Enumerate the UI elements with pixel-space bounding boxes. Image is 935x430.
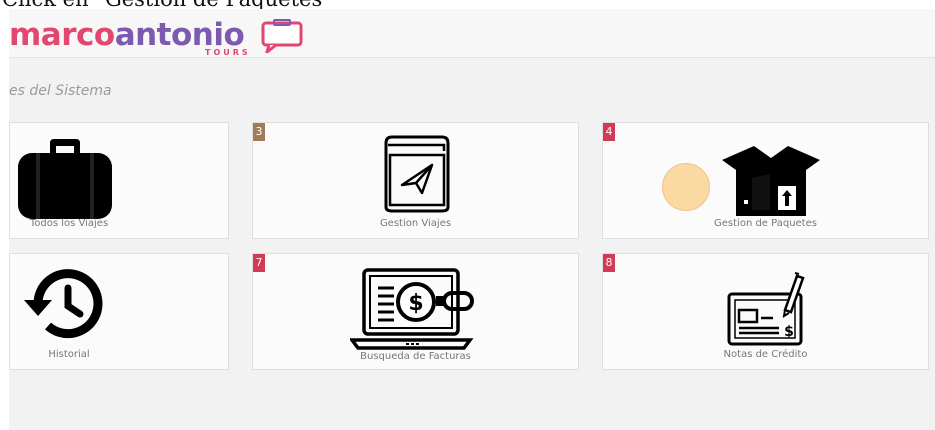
badge-count: 3 bbox=[253, 123, 265, 141]
app-container: marcoantonio TOURS es del Sistema Todos … bbox=[9, 9, 935, 430]
badge-count: 7 bbox=[253, 254, 265, 272]
tile-label: Gestion Viajes bbox=[379, 218, 452, 229]
check-pen-icon: $ bbox=[727, 272, 805, 346]
suitcase-icon bbox=[18, 139, 112, 219]
invoice-search-icon: $ bbox=[350, 268, 474, 350]
tile-gestion-de-paquetes[interactable]: 4 Gestion de Paquetes bbox=[602, 122, 929, 239]
tile-gestion-viajes[interactable]: 3 Gestion Viajes bbox=[252, 122, 579, 239]
box-icon bbox=[722, 146, 820, 216]
svg-text:$: $ bbox=[784, 324, 794, 340]
tile-label: Todos los Viajes bbox=[29, 218, 109, 229]
paper-plane-icon bbox=[384, 135, 450, 213]
logo-subtitle: TOURS bbox=[205, 48, 251, 57]
svg-text:$: $ bbox=[408, 291, 423, 316]
tile-label: Gestion de Paquetes bbox=[714, 218, 817, 229]
tile-historial[interactable]: Historial bbox=[9, 253, 229, 370]
tile-label: Historial bbox=[48, 349, 90, 360]
section-title: es del Sistema bbox=[9, 83, 112, 99]
tile-label: Busqueda de Facturas bbox=[360, 351, 471, 362]
click-indicator bbox=[662, 163, 710, 211]
tile-todos-los-viajes[interactable]: Todos los Viajes bbox=[9, 122, 229, 239]
tile-busqueda-de-facturas[interactable]: 7 $ Busqueda de Facturas bbox=[252, 253, 579, 370]
tile-notas-de-credito[interactable]: 8 $ Notas de Crédito bbox=[602, 253, 929, 370]
badge-count: 4 bbox=[603, 123, 615, 141]
logo-text-marco: marco bbox=[9, 17, 115, 53]
speech-bubble-logo-icon bbox=[261, 19, 303, 53]
badge-count: 8 bbox=[603, 254, 615, 272]
tile-label: Notas de Crédito bbox=[723, 349, 808, 360]
history-icon bbox=[24, 269, 103, 339]
header: marcoantonio TOURS bbox=[9, 9, 935, 58]
